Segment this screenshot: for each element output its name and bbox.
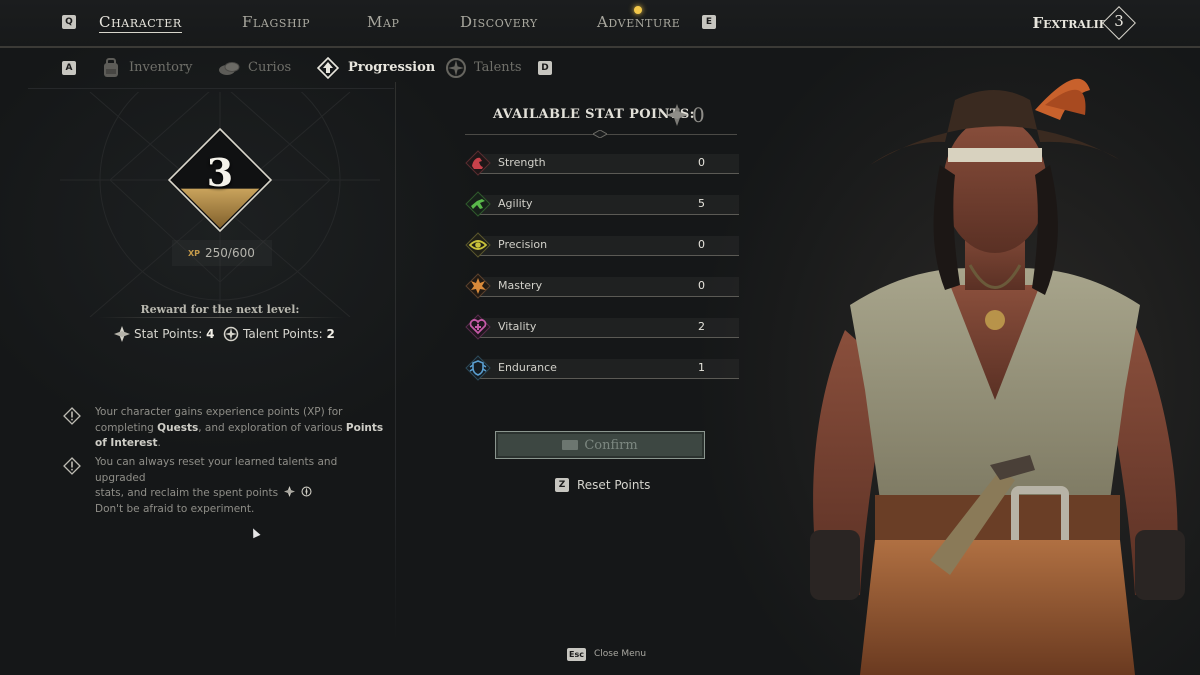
xp-value: 250/600 xyxy=(205,246,255,260)
keyboard-icon xyxy=(562,440,579,450)
stat-name: Strength xyxy=(498,156,546,169)
stat-value: 0 xyxy=(698,279,705,292)
stat-row-precision[interactable]: Precision 0 xyxy=(465,232,741,258)
tip-reset-line2: stats, and reclaim the spent points xyxy=(95,487,279,499)
subtab-curios[interactable]: Curios xyxy=(248,60,291,75)
nav-prev-key[interactable]: Q xyxy=(62,15,76,29)
stat-points-icon xyxy=(284,486,296,497)
confirm-label: Confirm xyxy=(584,437,638,453)
subtab-talents[interactable]: Talents xyxy=(474,60,522,75)
talent-points-icon xyxy=(223,326,239,342)
level-number: 3 xyxy=(206,150,234,195)
close-key[interactable]: Esc xyxy=(567,648,586,661)
xp-row: XP 250/600 xyxy=(188,246,255,260)
heart-icon xyxy=(465,314,491,340)
stat-row-strength[interactable]: Strength 0 xyxy=(465,150,741,176)
tab-flagship[interactable]: Flagship xyxy=(242,13,310,31)
level-up-icon xyxy=(317,57,339,79)
stat-value: 2 xyxy=(698,320,705,333)
subnav-next-key[interactable]: D xyxy=(538,61,552,75)
tip-reset: You can always reset your learned talent… xyxy=(95,455,385,517)
talent-points-icon xyxy=(301,486,312,497)
talent-points-value: 2 xyxy=(326,327,335,341)
subtab-inventory[interactable]: Inventory xyxy=(129,60,193,75)
stat-name: Mastery xyxy=(498,279,543,292)
tip-xp: Your character gains experience points (… xyxy=(95,405,385,452)
tab-adventure[interactable]: Adventure xyxy=(597,13,680,31)
nav-next-key[interactable]: E xyxy=(702,15,716,29)
flexed-arm-icon xyxy=(465,150,491,176)
tip-reset-line2-row: stats, and reclaim the spent points xyxy=(95,486,385,502)
stat-row-mastery[interactable]: Mastery 0 xyxy=(465,273,741,299)
stat-value: 0 xyxy=(698,156,705,169)
stat-points-icon xyxy=(114,326,130,342)
stat-value: 5 xyxy=(698,197,705,210)
top-nav-bar: Q Character Flagship Map Discovery Adven… xyxy=(0,0,1200,48)
tab-map[interactable]: Map xyxy=(367,13,400,31)
available-stat-points-value: 0 xyxy=(692,103,705,127)
stat-row-endurance[interactable]: Endurance 1 xyxy=(465,355,741,381)
tip-xp-quests: Quests xyxy=(157,421,199,434)
level-diamond: 3 xyxy=(167,127,273,233)
stat-name: Vitality xyxy=(498,320,537,333)
character-portrait xyxy=(810,78,1185,675)
reward-stat-points: Stat Points: 4 xyxy=(134,327,214,341)
tip-xp-text-2: , and exploration of various xyxy=(198,421,346,434)
stat-name: Agility xyxy=(498,197,533,210)
stat-name: Precision xyxy=(498,238,548,251)
shield-figure-icon xyxy=(465,355,491,381)
leaping-figure-icon xyxy=(465,191,491,217)
reward-title: Reward for the next level: xyxy=(140,303,300,316)
reset-points-button[interactable]: Reset Points xyxy=(577,478,650,492)
info-icon xyxy=(63,457,81,475)
xp-label: XP xyxy=(188,249,201,258)
divider-ornament-icon xyxy=(593,130,607,138)
stat-points-value: 4 xyxy=(206,327,215,341)
stat-name: Endurance xyxy=(498,361,557,374)
player-level: 3 xyxy=(1114,12,1124,30)
eye-icon xyxy=(465,232,491,258)
tip-reset-line3: Don't be afraid to experiment. xyxy=(95,502,255,515)
tab-character[interactable]: Character xyxy=(99,13,182,33)
stat-value: 1 xyxy=(698,361,705,374)
coins-icon xyxy=(219,62,240,75)
panel-divider xyxy=(395,82,396,642)
subnav-prev-key[interactable]: A xyxy=(62,61,76,75)
burst-icon xyxy=(465,273,491,299)
tip-reset-line1: You can always reset your learned talent… xyxy=(95,456,338,484)
info-icon xyxy=(63,407,81,425)
stat-points-label: Stat Points: xyxy=(134,327,207,341)
left-panel-top-divider xyxy=(28,88,394,89)
tab-discovery[interactable]: Discovery xyxy=(460,13,538,31)
talent-points-label: Talent Points: xyxy=(243,327,327,341)
backpack-icon xyxy=(104,58,118,77)
reward-talent-points: Talent Points: 2 xyxy=(243,327,335,341)
close-menu-button[interactable]: Close Menu xyxy=(594,649,646,659)
stat-value: 0 xyxy=(698,238,705,251)
confirm-button[interactable]: Confirm xyxy=(495,431,705,459)
reward-divider xyxy=(98,317,344,318)
subtab-progression[interactable]: Progression xyxy=(348,60,435,75)
stat-row-vitality[interactable]: Vitality 2 xyxy=(465,314,741,340)
reset-key[interactable]: Z xyxy=(555,478,569,492)
stat-row-agility[interactable]: Agility 5 xyxy=(465,191,741,217)
tip-xp-period: . xyxy=(157,437,161,449)
talent-compass-icon xyxy=(446,58,466,78)
stat-points-icon xyxy=(666,104,688,126)
